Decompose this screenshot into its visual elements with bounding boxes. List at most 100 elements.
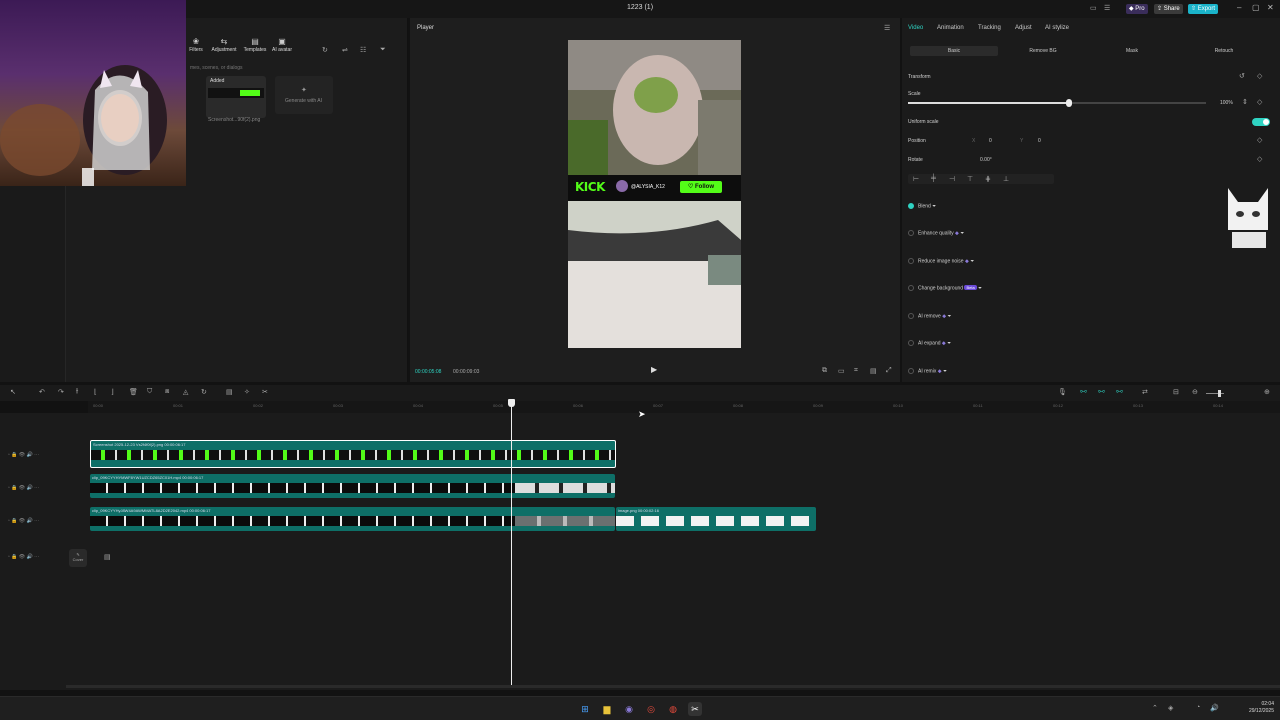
pro-button[interactable]: ◆ Pro [1126,4,1148,14]
redo-icon[interactable]: ↷ [58,388,64,396]
tab-ai-stylize[interactable]: AI stylize [1045,25,1069,31]
crop-icon[interactable]: ⧉ [822,367,827,375]
cover-button[interactable]: ✎ Cover [69,549,87,567]
ratio-icon[interactable]: ▭ [838,367,845,375]
section-ai-expand[interactable]: AI expand ◆ ⏷ [908,340,951,346]
taskbar-clock[interactable]: 02:04 29/12/2025 [1240,701,1274,715]
rotate-icon[interactable]: ↻ [201,388,207,396]
timeline-clip-screenshot[interactable]: Screenshot 2025-12-23 Vs2f4f0f(2).png 00… [90,440,616,468]
mirror-icon[interactable]: ◬ [183,388,188,396]
undo-icon[interactable]: ↶ [39,388,45,396]
chrome-icon[interactable]: ◎ [644,702,658,716]
section-change-background[interactable]: Change background Beta ⏷ [908,285,982,291]
fit-icon[interactable]: ⊟ [1173,388,1179,396]
close-icon[interactable]: ✕ [1267,3,1274,12]
subtab-retouch[interactable]: Retouch [1177,46,1271,56]
media-card[interactable]: Added [206,76,266,118]
search-input[interactable]: mes, scenes, or dialogs [190,63,330,74]
play-icon[interactable]: ▶ [651,365,657,374]
checkbox[interactable] [908,313,914,319]
volume-icon[interactable]: 🔊 [1210,704,1219,712]
timeline-clip-video-2[interactable]: clip_09KCYYHyJ8W4A9AWMMATL8A2D2E2042.mp4… [90,507,615,531]
playhead[interactable] [511,403,512,685]
section-ai-remix[interactable]: AI remix ◆ ⏷ [908,368,947,374]
split-icon[interactable]: ⫲ [76,388,78,396]
tab-adjust[interactable]: Adjust [1015,25,1032,31]
zoom-icon[interactable]: ▤ [870,367,877,375]
subtab-remove-bg[interactable]: Remove BG [999,46,1087,56]
tab-templates[interactable]: ▤ Templates [240,37,270,53]
timeline-ruler[interactable]: 00:00 00:01 00:02 00:03 00:04 00:05 00:0… [88,401,1280,413]
menu-icon[interactable]: ☰ [1104,4,1110,12]
tray-chevron-icon[interactable]: ⌃ [1152,704,1158,712]
scale-value[interactable]: 100% [1220,100,1233,106]
position-x-input[interactable]: 0 [989,138,992,144]
align-right-icon[interactable]: ⊣ [949,175,955,183]
magnet-icon[interactable]: ⧟ [1098,388,1105,396]
lock-icon[interactable]: ▫ 🔒 👁 🔊 ⋯ [8,518,39,524]
align-center-icon[interactable]: ╪ [931,175,936,182]
section-reduce-noise[interactable]: Reduce image noise ◆ ⏷ [908,258,974,264]
zoom-slider[interactable] [1206,390,1224,397]
microphone-icon[interactable]: 🎙 [1058,388,1067,396]
split-right-icon[interactable]: ⌋ [111,388,114,396]
tab-tracking[interactable]: Tracking [978,25,1001,31]
reset-icon[interactable]: ↺ [1239,72,1245,80]
transform-label[interactable]: Transform [908,74,931,80]
zoom-in-icon[interactable]: ⊕ [1264,388,1270,396]
snapshot-icon[interactable]: ⌗ [854,367,858,375]
windows-start-icon[interactable]: ⊞ [578,702,592,716]
file-explorer-icon[interactable]: ▆ [600,702,614,716]
tab-animation[interactable]: Animation [937,25,964,31]
checkbox[interactable] [908,340,914,346]
maximize-icon[interactable]: ▢ [1252,3,1260,12]
lock-icon[interactable]: ▫ 🔒 👁 🔊 ⋯ [8,554,39,560]
checkbox[interactable] [908,368,914,374]
tab-ai-avatar[interactable]: ▣ AI avatar [267,37,297,53]
split-left-icon[interactable]: ⌊ [94,388,97,396]
align-bottom-icon[interactable]: ⊥ [1003,175,1009,183]
align-top-icon[interactable]: ⊤ [967,175,973,183]
tab-adjustment[interactable]: ⇆ Adjustment [209,37,239,53]
keyframe-icon[interactable]: ◇ [1257,136,1262,144]
scale-slider-knob[interactable] [1065,99,1072,107]
select-icon[interactable]: ↖ [10,388,16,396]
obs-icon[interactable]: ◍ [666,702,680,716]
playhead-handle[interactable] [508,399,515,407]
video-preview[interactable]: KICK @ALYSIA_K12 ♡ Follow [568,40,741,348]
timeline-scrollbar[interactable] [66,685,1280,688]
stepper-icon[interactable]: ⇕ [1242,98,1248,106]
zoom-out-icon[interactable]: ⊖ [1192,388,1198,396]
zoom-slider-knob[interactable] [1218,390,1221,397]
auto-cut-icon[interactable]: ✂ [262,388,268,396]
film-icon[interactable]: ▤ [104,553,111,561]
section-ai-remove[interactable]: AI remove ◆ ⏷ [908,313,951,319]
wifi-icon[interactable]: ◔ [1196,704,1200,711]
subtab-basic[interactable]: Basic [910,46,998,56]
sort-icon[interactable]: ⇌ [342,46,348,54]
position-y-input[interactable]: 0 [1038,138,1041,144]
view-toggle-icon[interactable]: ☷ [360,46,366,54]
marker-icon[interactable]: ⛉ [147,388,152,396]
delete-icon[interactable]: 🗑 [129,388,138,396]
network-icon[interactable]: ◈ [1168,704,1173,712]
uniform-scale-toggle[interactable] [1252,118,1270,126]
crop-icon[interactable]: ⧈ [165,388,169,396]
link-icon[interactable]: ⧟ [1080,388,1087,396]
tab-video[interactable]: Video [908,25,923,31]
section-enhance-quality[interactable]: Enhance quality ◆ ⏷ [908,230,964,236]
align-middle-icon[interactable]: ⋕ [985,175,991,183]
discord-icon[interactable]: ◉ [622,702,636,716]
checkbox[interactable] [908,285,914,291]
minimize-icon[interactable]: – [1237,3,1241,12]
timeline-clip-image[interactable]: image.png 00:00:02:16 [616,507,816,531]
filter-dropdown-icon[interactable]: ⏷ [380,46,386,54]
section-blend[interactable]: Blend ⏷ [908,203,936,209]
align-left-icon[interactable]: ⊢ [913,175,919,183]
checkbox[interactable] [908,203,914,209]
scale-slider[interactable] [908,99,1206,107]
timeline-clip-video-1[interactable]: clip_09KCYYHYMWF8YW1UZCDZ65ZC01H.mp4 00:… [90,474,615,498]
player-menu-icon[interactable]: ☰ [884,24,890,32]
lock-icon[interactable]: ▫ 🔒 👁 🔊 ⋯ [8,485,39,491]
magic-icon[interactable]: ✧ [244,388,250,396]
